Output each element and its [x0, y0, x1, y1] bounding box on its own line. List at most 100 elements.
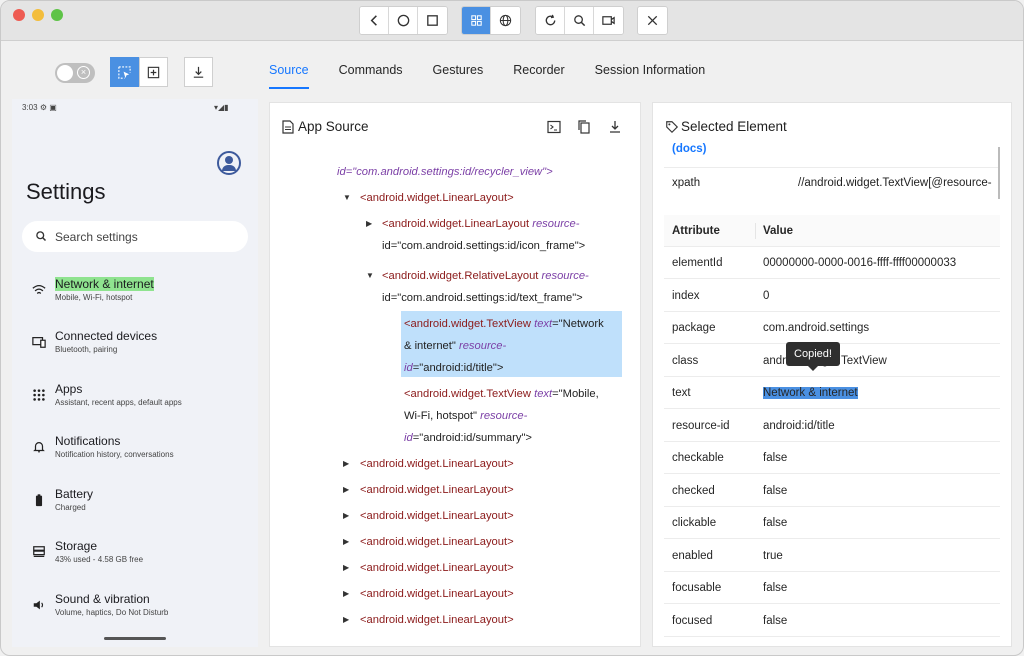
xpath-value[interactable]: //android.widget.TextView[@resource- [798, 177, 998, 189]
table-row: focusable false [664, 572, 1000, 604]
tree-node[interactable]: <android.widget.RelativeLayout resource- [382, 265, 589, 287]
selected-element-panel: Selected Element (docs) xpath //android.… [652, 102, 1012, 647]
back-icon [370, 15, 377, 26]
selected-element-title: Selected Element [681, 119, 787, 134]
search-button[interactable] [565, 7, 594, 34]
download-icon[interactable] [607, 119, 623, 135]
expand-arrow-icon[interactable]: ▶ [343, 609, 349, 631]
settings-item-subtitle: Notification history, conversations [55, 450, 174, 459]
select-cursor-icon [118, 65, 131, 79]
app-source-panel: App Source id="com.android.settings:id/r… [269, 102, 641, 647]
inspector-tabs: Source Commands Gestures Recorder Sessio… [269, 63, 735, 89]
expand-arrow-icon[interactable]: ▶ [343, 557, 349, 579]
tree-node-line: id="android:id/title"> [404, 362, 504, 374]
storage-icon [33, 546, 45, 557]
app-switch-button[interactable] [418, 7, 447, 34]
search-icon [573, 15, 585, 27]
copy-icon[interactable] [576, 119, 592, 135]
copied-text-value[interactable]: Network & internet [763, 387, 858, 399]
settings-item-storage[interactable]: Storage 43% used - 4.58 GB free [12, 529, 258, 577]
scrollbar[interactable] [998, 147, 1000, 199]
tab-session-information[interactable]: Session Information [595, 63, 705, 89]
minimize-window-button[interactable] [32, 9, 44, 21]
highlight-toggle[interactable]: × [55, 63, 95, 83]
square-icon [427, 15, 438, 26]
docs-link[interactable]: (docs) [672, 143, 707, 155]
attributes-table-header: Attribute Value [664, 215, 1000, 247]
status-time: 3:03 [22, 103, 38, 112]
toggle-off-icon: × [77, 66, 90, 79]
web-context-button[interactable] [491, 7, 520, 34]
expand-arrow-icon[interactable]: ▶ [343, 583, 349, 605]
device-screenshot[interactable]: 3:03 ⚙ ▣ ▾◢▮ Settings Search settings Ne… [12, 99, 258, 647]
settings-item-notifications[interactable]: Notifications Notification history, conv… [12, 424, 258, 472]
settings-item-sound[interactable]: Sound & vibration Volume, haptics, Do No… [12, 582, 258, 630]
table-row: focused false [664, 605, 1000, 637]
tree-node[interactable]: <android.widget.TextView text="Mobile, [404, 383, 599, 405]
quit-session-button[interactable] [638, 7, 667, 34]
tree-line: id="com.android.settings:id/recycler_vie… [337, 166, 553, 178]
tree-node[interactable]: <android.widget.LinearLayout> [360, 505, 514, 527]
tree-node[interactable]: <android.widget.LinearLayout> [360, 557, 514, 579]
terminal-icon[interactable] [546, 119, 562, 135]
account-avatar[interactable] [217, 151, 241, 175]
settings-search-bar[interactable]: Search settings [22, 221, 248, 252]
download-screenshot-button[interactable] [184, 57, 213, 87]
home-button[interactable] [389, 7, 418, 34]
tree-node[interactable]: <android.widget.LinearLayout resource- [382, 213, 579, 235]
settings-item-battery[interactable]: Battery Charged [12, 477, 258, 525]
back-button[interactable] [360, 7, 389, 34]
expand-arrow-icon[interactable]: ▶ [343, 453, 349, 475]
tab-source[interactable]: Source [269, 63, 309, 89]
tree-node[interactable]: <android.widget.LinearLayout> [360, 583, 514, 605]
expand-arrow-icon[interactable]: ▶ [343, 531, 349, 553]
settings-item-apps[interactable]: Apps Assistant, recent apps, default app… [12, 372, 258, 420]
device-status-bar: 3:03 ⚙ ▣ [22, 103, 57, 112]
tree-node-line: id="android:id/summary"> [404, 432, 532, 444]
tree-node-line: & internet" resource- [404, 340, 507, 352]
tab-recorder[interactable]: Recorder [513, 63, 564, 89]
tab-gestures[interactable]: Gestures [433, 63, 484, 89]
video-icon [602, 16, 615, 25]
table-row: resource-id android:id/title [664, 410, 1000, 442]
expand-arrow-icon[interactable]: ▶ [366, 213, 372, 235]
title-bar [1, 1, 1023, 41]
tree-node[interactable]: <android.widget.LinearLayout> [360, 609, 514, 631]
inspector-window: × Source Commands Gestures Recorder Sess… [0, 0, 1024, 656]
expand-arrow-icon[interactable]: ▶ [343, 479, 349, 501]
record-button[interactable] [594, 7, 623, 34]
wifi-icon [32, 284, 46, 294]
devices-icon [32, 337, 46, 348]
settings-item-title: Connected devices [55, 329, 158, 343]
expand-arrow-icon[interactable]: ▶ [343, 505, 349, 527]
quit-group [637, 6, 668, 35]
settings-item-title: Network & internet [55, 277, 154, 291]
tree-node[interactable]: <android.widget.LinearLayout> [360, 453, 514, 475]
action-group [535, 6, 624, 35]
zoom-window-button[interactable] [51, 9, 63, 21]
close-window-button[interactable] [13, 9, 25, 21]
select-element-button[interactable] [110, 57, 139, 87]
collapse-arrow-icon[interactable]: ▼ [343, 187, 351, 209]
collapse-arrow-icon[interactable]: ▼ [366, 265, 374, 287]
value-column-header: Value [763, 225, 794, 237]
tab-commands[interactable]: Commands [339, 63, 403, 89]
settings-item-subtitle: Volume, haptics, Do Not Disturb [55, 608, 169, 617]
tree-node[interactable]: <android.widget.LinearLayout> [360, 187, 514, 209]
tree-node-selected[interactable]: <android.widget.TextView text="Network [404, 313, 604, 335]
tap-coordinates-button[interactable] [139, 57, 168, 87]
refresh-button[interactable] [536, 7, 565, 34]
settings-item-subtitle: Mobile, Wi-Fi, hotspot [55, 293, 133, 302]
settings-item-subtitle: Bluetooth, pairing [55, 345, 118, 354]
settings-item-title: Battery [55, 487, 94, 501]
tree-node[interactable]: <android.widget.LinearLayout> [360, 479, 514, 501]
tree-node[interactable]: <android.widget.LinearLayout> [360, 531, 514, 553]
toggle-knob [57, 65, 73, 81]
native-context-button[interactable] [462, 7, 491, 34]
app-source-title: App Source [298, 119, 369, 134]
settings-item-title: Notifications [55, 434, 121, 448]
table-row: elementId 00000000-0000-0016-ffff-ffff000… [664, 247, 1000, 279]
home-gesture-bar[interactable] [104, 637, 166, 640]
settings-item-network[interactable]: Network & internet Mobile, Wi-Fi, hotspo… [12, 267, 258, 315]
settings-item-connected-devices[interactable]: Connected devices Bluetooth, pairing [12, 319, 258, 367]
